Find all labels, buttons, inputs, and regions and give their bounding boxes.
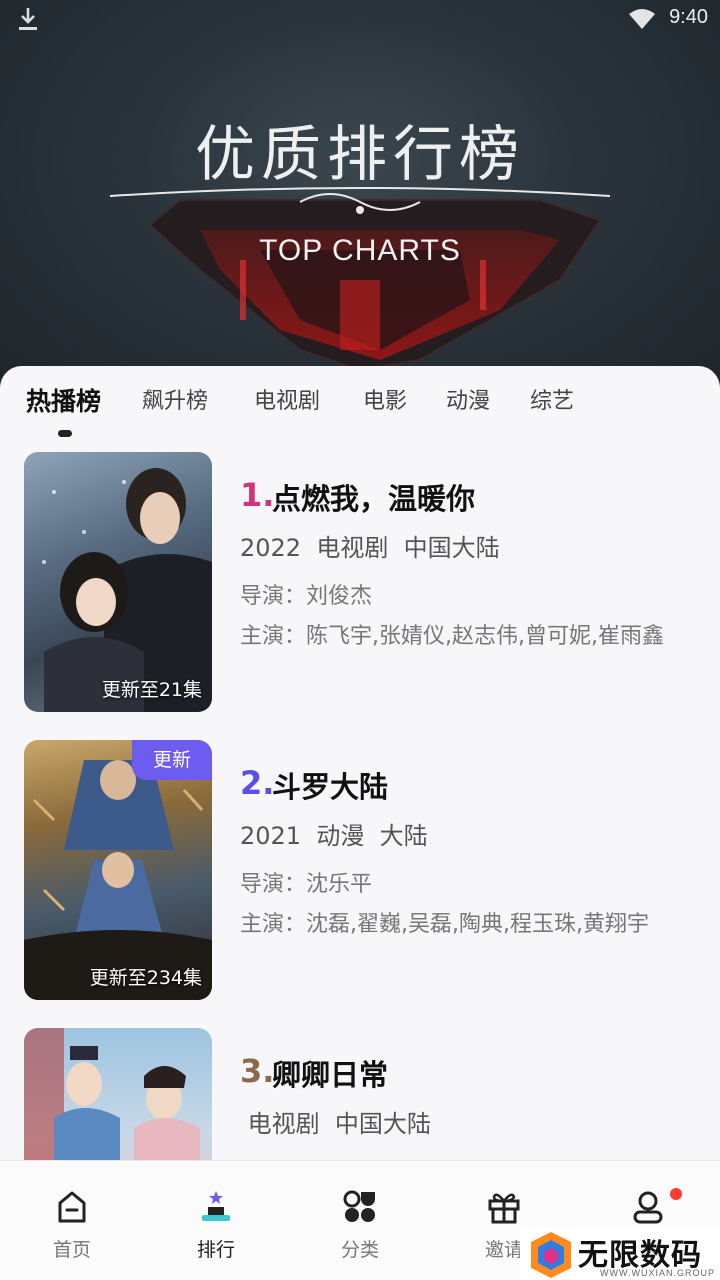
notification-dot (670, 1188, 682, 1200)
tab-rising[interactable]: 飙升榜 (142, 384, 208, 420)
episode-caption: 更新至21集 (101, 679, 202, 701)
tab-anime[interactable]: 动漫 (446, 384, 490, 420)
list-item[interactable]: 更新 更新至234集 2. 斗罗大陆 2021 动漫 大陆 导演：沈乐平 主演：… (0, 740, 720, 1000)
item-director: 导演：刘俊杰 (240, 584, 373, 609)
banner-decoration (109, 187, 611, 372)
tab-hot[interactable]: 热播榜 (26, 384, 101, 420)
item-meta: 2021 动漫 大陆 (240, 822, 428, 850)
item-title: 斗罗大陆 (272, 770, 389, 804)
profile-icon (633, 1191, 663, 1224)
banner-subtitle: TOP CHARTS (259, 234, 461, 267)
update-badge: 更新 (132, 740, 212, 780)
poster-art (42, 468, 212, 712)
banner-title: 优质排行榜 (195, 120, 525, 190)
tab-movie[interactable]: 电影 (363, 384, 407, 420)
poster-image: 更新 更新至234集 (24, 740, 212, 1000)
poster-art (24, 1028, 200, 1160)
item-title: 卿卿日常 (272, 1058, 389, 1092)
watermark: 无限数码 WWW.WUXIAN.GROUP (520, 1228, 720, 1280)
category-icon (343, 1190, 375, 1222)
tab-variety[interactable]: 综艺 (530, 384, 574, 420)
rank-number: 1. (240, 476, 275, 514)
list-item[interactable]: 3. 卿卿日常 电视剧 中国大陆 (0, 1028, 720, 1160)
item-cast: 主演：陈飞宇,张婧仪,赵志伟,曾可妮,崔雨鑫 (240, 624, 664, 649)
episode-caption: 更新至234集 (89, 967, 202, 989)
status-time: 9:40 (669, 6, 708, 28)
item-meta: 2022 电视剧 中国大陆 (240, 534, 500, 562)
status-bar: 9:40 (0, 0, 720, 40)
tab-tv[interactable]: 电视剧 (254, 384, 320, 420)
chart-tabs: 热播榜 飙升榜 电视剧 电影 动漫 综艺 (0, 384, 720, 434)
list-item[interactable]: 更新至21集 1. 点燃我，温暖你 2022 电视剧 中国大陆 导演：刘俊杰 主… (0, 452, 720, 712)
rank-number: 3. (240, 1052, 275, 1090)
item-title: 点燃我，温暖你 (272, 482, 476, 516)
ranking-icon (202, 1191, 230, 1221)
home-icon (58, 1191, 86, 1223)
nav-label: 首页 (52, 1239, 91, 1261)
item-cast: 主演：沈磊,翟巍,吴磊,陶典,程玉珠,黄翔宇 (240, 912, 649, 937)
active-tab-indicator (58, 430, 72, 437)
item-meta: 电视剧 中国大陆 (240, 1110, 431, 1138)
watermark-url: WWW.WUXIAN.GROUP (600, 1268, 715, 1278)
gift-icon (488, 1193, 520, 1224)
rank-number: 2. (240, 764, 275, 802)
poster-image: 更新至21集 (24, 452, 212, 712)
ranking-list: 更新至21集 1. 点燃我，温暖你 2022 电视剧 中国大陆 导演：刘俊杰 主… (0, 452, 720, 1160)
watermark-logo-icon (531, 1232, 571, 1278)
nav-home[interactable]: 首页 (0, 1161, 144, 1280)
top-charts-banner: 9:40 优质排行榜 TOP CHARTS (0, 0, 720, 400)
wifi-icon (629, 9, 655, 29)
item-director: 导演：沈乐平 (240, 872, 373, 897)
nav-label: 排行 (196, 1239, 235, 1261)
nav-ranking[interactable]: 排行 (144, 1161, 288, 1280)
nav-label: 分类 (340, 1239, 379, 1261)
nav-category[interactable]: 分类 (288, 1161, 432, 1280)
poster-image (24, 1028, 212, 1160)
download-icon (19, 8, 37, 30)
